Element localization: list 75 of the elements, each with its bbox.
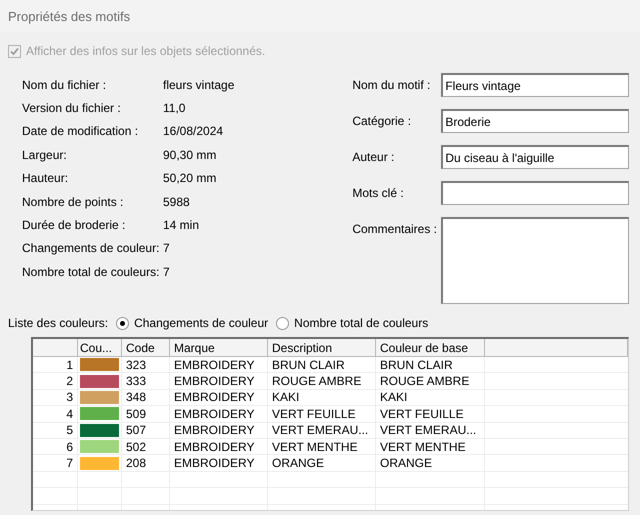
- table-cell: KAKI: [268, 390, 376, 406]
- info-label: Date de modification :: [22, 124, 140, 138]
- field-label: Nom du motif :: [352, 78, 432, 92]
- table-cell: EMBROIDERY: [170, 390, 268, 406]
- checkbox-label: Afficher des infos sur les objets sélectionnés.: [26, 44, 266, 58]
- info-label: Largeur:: [22, 148, 68, 162]
- info-label: Durée de broderie :: [22, 218, 126, 232]
- input-field[interactable]: Fleurs vintage: [441, 73, 630, 97]
- table-cell: VERT EMERAU...: [268, 422, 376, 438]
- column-header[interactable]: Couleur de base: [376, 339, 485, 356]
- info-value: 7: [163, 264, 170, 279]
- table-cell: VERT FEUILLE: [268, 406, 376, 422]
- color-list-label: Liste des couleurs:: [8, 316, 108, 330]
- info-label: Nom du fichier :: [22, 78, 108, 92]
- field-label: Commentaires :: [352, 222, 438, 236]
- radio-label: Nombre total de couleurs: [294, 316, 428, 330]
- input-field[interactable]: Broderie: [441, 109, 630, 133]
- table-cell: VERT MENTHE: [268, 438, 376, 454]
- info-value: 5988: [163, 194, 190, 209]
- column-header[interactable]: Code: [122, 339, 170, 356]
- info-label: Hauteur:: [22, 171, 70, 186]
- table-cell: BRUN CLAIR: [376, 357, 485, 372]
- window-title: Propriétés des motifs: [8, 8, 130, 24]
- table-cell: BRUN CLAIR: [268, 357, 376, 372]
- row-number: 5: [33, 422, 78, 438]
- info-value: 14 min: [163, 218, 200, 232]
- table-cell: ROUGE AMBRE: [376, 373, 485, 389]
- table-cell: VERT EMERAU...: [376, 422, 485, 438]
- comments-field[interactable]: [441, 217, 630, 304]
- table-cell: 502: [122, 438, 170, 454]
- row-number: 2: [33, 373, 78, 389]
- table-cell: 323: [122, 357, 170, 372]
- table-cell: VERT MENTHE: [376, 438, 485, 454]
- table-cell: 208: [122, 455, 170, 471]
- field-label: Auteur :: [352, 150, 396, 164]
- column-header[interactable]: Marque: [170, 339, 268, 356]
- table-cell: VERT FEUILLE: [376, 406, 485, 422]
- info-value: 16/08/2024: [163, 124, 224, 138]
- table-cell: EMBROIDERY: [170, 422, 268, 438]
- row-number: 7: [33, 455, 78, 471]
- table-cell: 507: [122, 422, 170, 438]
- field-label: Mots clé :: [352, 186, 405, 200]
- row-number: 6: [33, 438, 78, 454]
- field-label: Catégorie :: [352, 114, 412, 128]
- table-cell: EMBROIDERY: [170, 406, 268, 422]
- info-value: 7: [163, 241, 170, 256]
- radio-button[interactable]: [116, 316, 130, 330]
- info-value: 90,30 mm: [163, 148, 216, 162]
- row-number: 4: [33, 406, 78, 422]
- info-label: Version du fichier :: [22, 101, 122, 116]
- input-field[interactable]: Du ciseau à l'aiguille: [441, 145, 630, 169]
- info-value: 11,0: [163, 101, 186, 116]
- info-value: 50,20 mm: [163, 171, 216, 186]
- table-cell: EMBROIDERY: [170, 357, 268, 372]
- table-cell: ORANGE: [268, 455, 376, 471]
- column-header[interactable]: Cou...: [78, 339, 122, 356]
- table-cell: EMBROIDERY: [170, 455, 268, 471]
- input-field[interactable]: [441, 181, 630, 205]
- radio-label: Changements de couleur: [134, 316, 268, 330]
- row-number: 3: [33, 390, 78, 406]
- table-cell: ORANGE: [376, 455, 485, 471]
- column-header[interactable]: Description: [268, 339, 376, 356]
- table-cell: 348: [122, 390, 170, 406]
- table-cell: 509: [122, 406, 170, 422]
- info-label: Nombre de points :: [22, 194, 124, 209]
- table-cell: ROUGE AMBRE: [268, 373, 376, 389]
- radio-button[interactable]: [276, 316, 290, 330]
- table-cell: 333: [122, 373, 170, 389]
- info-label: Nombre total de couleurs:: [22, 264, 160, 279]
- row-number: 1: [33, 357, 78, 372]
- table-cell: EMBROIDERY: [170, 373, 268, 389]
- info-label: Changements de couleur:: [22, 241, 160, 256]
- info-value: fleurs vintage: [163, 78, 234, 92]
- table-cell: KAKI: [376, 390, 485, 406]
- table-cell: EMBROIDERY: [170, 438, 268, 454]
